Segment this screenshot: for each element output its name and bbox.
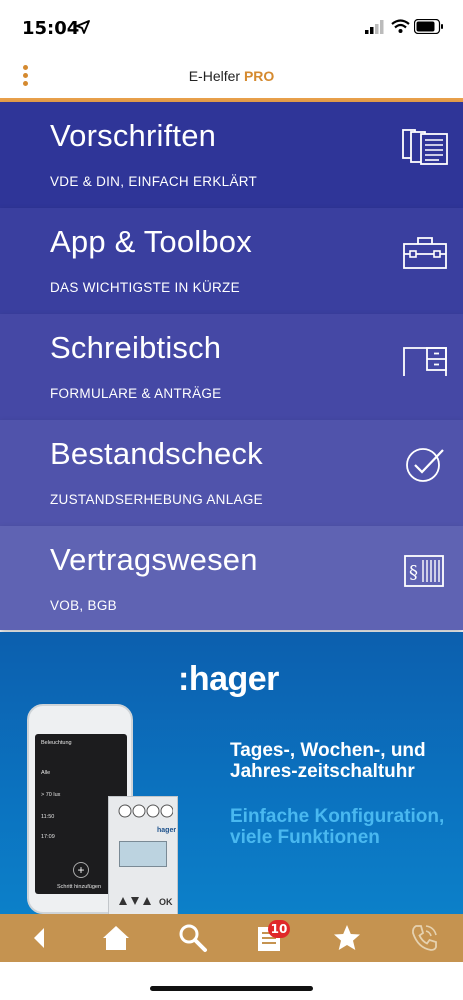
- documents-icon: [402, 129, 448, 165]
- wifi-icon: [391, 19, 410, 33]
- device-brand: hager: [157, 827, 177, 834]
- paragraph-icon: §: [404, 555, 444, 587]
- cellular-signal-icon: [365, 20, 384, 34]
- status-bar: 15:04: [0, 0, 463, 56]
- menu-item-title: Bestandscheck: [50, 436, 263, 471]
- phone-screen-title: Beleuchtung: [41, 740, 72, 746]
- check-circle-icon: [406, 448, 444, 482]
- app-title-pro: PRO: [243, 68, 275, 84]
- menu-item-title: Vorschriften: [50, 118, 217, 153]
- banner-headline: Tages-, Wochen-, und Jahres-zeitschaltuh…: [230, 740, 426, 782]
- app-title: E-Helfer PRO: [0, 68, 463, 84]
- menu-item-subtitle: VOB, BGB: [50, 598, 117, 613]
- location-arrow-icon: [76, 20, 90, 34]
- app-title-name: E-Helfer: [188, 68, 244, 84]
- menu-item-title: Vertragswesen: [50, 542, 258, 577]
- banner-subline: Einfache Konfiguration, viele Funktionen: [230, 806, 445, 848]
- toolbox-icon: [403, 237, 447, 269]
- home-indicator[interactable]: [150, 986, 313, 991]
- phone-screen-row: 17:09: [41, 834, 55, 840]
- menu-item-title: Schreibtisch: [50, 330, 222, 365]
- star-icon[interactable]: [331, 922, 363, 954]
- menu-item-subtitle: VDE & DIN, EINFACH ERKLÄRT: [50, 174, 258, 189]
- device-ok-label: OK: [159, 897, 173, 907]
- phone-screen-button: Schritt hinzufügen: [57, 884, 102, 890]
- phone-screen-row: 11:50: [41, 814, 55, 820]
- back-icon[interactable]: [24, 922, 56, 954]
- phone-screen-row: > 70 lux: [41, 792, 61, 798]
- hager-ad-banner[interactable]: :hager Tages-, Wochen-, und Jahres-zeits…: [0, 632, 463, 914]
- menu-item-subtitle: ZUSTANDSERHEBUNG ANLAGE: [50, 492, 263, 507]
- menu-item-schreibtisch[interactable]: Schreibtisch FORMULARE & ANTRÄGE: [0, 314, 463, 420]
- status-time: 15:04: [22, 18, 80, 39]
- main-menu: Vorschriften VDE & DIN, EINFACH ERKLÄRT …: [0, 102, 463, 630]
- device-dials-icon: [118, 804, 173, 818]
- menu-item-subtitle: DAS WICHTIGSTE IN KÜRZE: [50, 280, 240, 295]
- desk-icon: [403, 347, 447, 376]
- menu-item-title: App & Toolbox: [50, 224, 252, 259]
- home-icon[interactable]: [100, 922, 132, 954]
- menu-item-app-toolbox[interactable]: App & Toolbox DAS WICHTIGSTE IN KÜRZE: [0, 208, 463, 314]
- bottom-tab-bar: [0, 914, 463, 962]
- menu-item-subtitle: FORMULARE & ANTRÄGE: [50, 386, 222, 401]
- add-icon: +: [73, 862, 89, 878]
- menu-item-vorschriften[interactable]: Vorschriften VDE & DIN, EINFACH ERKLÄRT: [0, 102, 463, 208]
- search-icon[interactable]: [177, 922, 209, 954]
- battery-icon: [414, 19, 443, 34]
- app-header: E-Helfer PRO: [0, 56, 463, 98]
- device-display: [119, 841, 167, 867]
- svg-text:§: §: [409, 562, 418, 583]
- timer-device-illustration: hager OK: [108, 796, 178, 914]
- news-badge: 10: [268, 920, 290, 938]
- menu-item-bestandscheck[interactable]: Bestandscheck ZUSTANDSERHEBUNG ANLAGE: [0, 420, 463, 526]
- hager-logo: :hager: [178, 660, 279, 698]
- device-buttons-icon: [119, 897, 151, 905]
- phone-icon[interactable]: [408, 922, 440, 954]
- menu-item-vertragswesen[interactable]: Vertragswesen VOB, BGB §: [0, 526, 463, 630]
- phone-screen-row: Alle: [41, 770, 51, 776]
